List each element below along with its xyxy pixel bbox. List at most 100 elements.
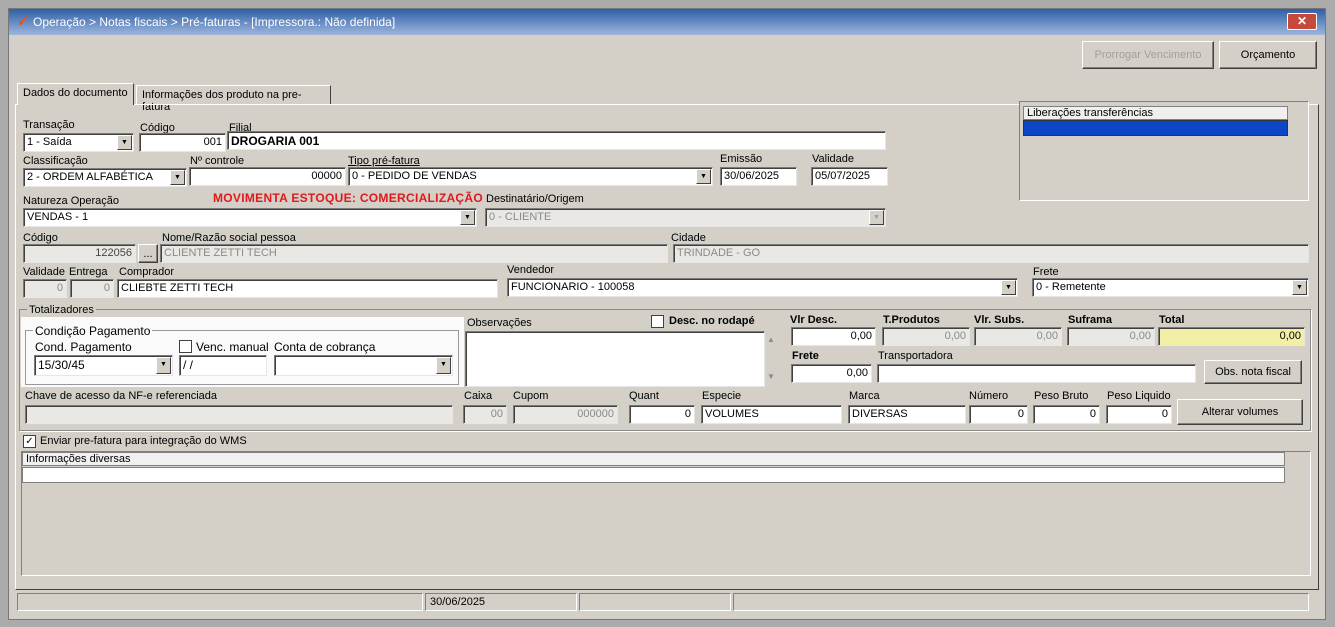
ncontrole-field[interactable]: 00000 — [189, 167, 346, 186]
total-field: 0,00 — [1158, 327, 1305, 346]
nome-label: Nome/Razão social pessoa — [162, 232, 296, 244]
numero-field[interactable]: 0 — [969, 405, 1028, 424]
status-segment-1 — [17, 593, 423, 611]
caixa-label: Caixa — [464, 390, 493, 402]
alterar-volumes-button[interactable]: Alterar volumes — [1177, 399, 1303, 425]
vendedor-select[interactable]: FUNCIONARIO - 100058 ▼ — [507, 278, 1018, 297]
movimenta-estoque-label: MOVIMENTA ESTOQUE: COMERCIALIZAÇÃO — [213, 191, 483, 205]
chevron-down-icon[interactable]: ▼ — [170, 170, 185, 185]
venc-manual-checkbox[interactable] — [179, 340, 192, 353]
ncontrole-label: Nº controle — [190, 155, 245, 167]
conta-cobranca-label: Conta de cobrança — [274, 340, 376, 354]
cupom-label: Cupom — [513, 390, 549, 402]
venc-manual-date-field[interactable]: / / — [179, 355, 267, 376]
classificacao-label: Classificação — [23, 155, 88, 167]
enviar-wms-checkbox[interactable]: ✓ — [23, 435, 36, 448]
suframa-field[interactable]: 0,00 — [1067, 327, 1155, 346]
status-segment-3 — [579, 593, 731, 611]
validade-field[interactable]: 05/07/2025 — [811, 167, 888, 186]
t-produtos-field[interactable]: 0,00 — [882, 327, 970, 346]
comprador-field[interactable]: CLIEBTE ZETTI TECH — [117, 279, 498, 298]
peso-bruto-label: Peso Bruto — [1034, 390, 1089, 402]
cond-pagamento-select[interactable]: 15/30/45 ▼ — [34, 355, 173, 376]
status-segment-4 — [733, 593, 1309, 611]
informacoes-diversas-row[interactable] — [22, 467, 1285, 483]
frete-select[interactable]: 0 - Remetente ▼ — [1032, 278, 1309, 297]
scroll-down-icon[interactable]: ▼ — [767, 372, 779, 381]
obs-nota-fiscal-button[interactable]: Obs. nota fiscal — [1204, 360, 1302, 384]
chevron-down-icon[interactable]: ▼ — [869, 210, 884, 225]
destinatario-select[interactable]: 0 - CLIENTE ▼ — [485, 208, 886, 227]
chevron-down-icon[interactable]: ▼ — [117, 135, 132, 150]
chave-acesso-field[interactable] — [25, 405, 453, 424]
entrega-field[interactable]: 0 — [70, 279, 114, 298]
chevron-down-icon[interactable]: ▼ — [156, 357, 171, 374]
orcamento-button[interactable]: Orçamento — [1219, 41, 1317, 69]
nome-field[interactable]: CLIENTE ZETTI TECH — [160, 244, 668, 263]
chevron-down-icon[interactable]: ▼ — [436, 357, 451, 374]
codigo-pessoa-label: Código — [23, 232, 58, 244]
quant-field[interactable]: 0 — [629, 405, 695, 424]
tipo-select[interactable]: 0 - PEDIDO DE VENDAS ▼ — [348, 167, 713, 186]
enviar-wms-label: Enviar pre-fatura para integração do WMS — [40, 435, 247, 447]
desc-rodape-checkbox[interactable] — [651, 315, 664, 328]
app-logo-icon: ✓ — [17, 13, 30, 30]
venc-manual-label: Venc. manual — [196, 340, 269, 354]
liberacoes-selected-row[interactable] — [1023, 120, 1288, 136]
especie-field[interactable]: VOLUMES — [701, 405, 842, 424]
window-title: Operação > Notas fiscais > Pré-faturas -… — [33, 15, 396, 29]
transportadora-label: Transportadora — [878, 350, 953, 362]
cidade-label: Cidade — [671, 232, 706, 244]
status-date: 30/06/2025 — [425, 593, 577, 611]
natureza-select[interactable]: VENDAS - 1 ▼ — [23, 208, 477, 227]
classificacao-select[interactable]: 2 - ORDEM ALFABÉTICA ▼ — [23, 168, 187, 187]
chevron-down-icon[interactable]: ▼ — [1292, 280, 1307, 295]
chevron-down-icon[interactable]: ▼ — [460, 210, 475, 225]
informacoes-diversas-panel: Informações diversas — [21, 451, 1311, 576]
filial-field[interactable]: DROGARIA 001 — [227, 131, 886, 150]
observacoes-label: Observações — [467, 317, 532, 329]
frete-value: 0 - Remetente — [1036, 281, 1106, 293]
title-bar[interactable]: Operação > Notas fiscais > Pré-faturas -… — [9, 9, 1325, 35]
search-pessoa-button[interactable]: ... — [138, 244, 158, 263]
codigo-pessoa-field[interactable]: 122056 — [23, 244, 136, 263]
vlr-subs-label: Vlr. Subs. — [974, 314, 1025, 326]
observacoes-textarea[interactable] — [465, 331, 765, 387]
peso-liquido-label: Peso Liquido — [1107, 390, 1171, 402]
emissao-field[interactable]: 30/06/2025 — [720, 167, 797, 186]
peso-liquido-field[interactable]: 0 — [1106, 405, 1172, 424]
marca-field[interactable]: DIVERSAS — [848, 405, 966, 424]
classificacao-value: 2 - ORDEM ALFABÉTICA — [27, 171, 153, 183]
validade-dias-field[interactable]: 0 — [23, 279, 67, 298]
prorrogar-vencimento-button[interactable]: Prorrogar Vencimento — [1082, 41, 1214, 69]
close-button[interactable]: ✕ — [1287, 13, 1317, 30]
vlr-subs-field[interactable]: 0,00 — [974, 327, 1062, 346]
totalizadores-label: Totalizadores — [27, 304, 96, 316]
marca-label: Marca — [849, 390, 880, 402]
frete-valor-label: Frete — [792, 350, 819, 362]
informacoes-diversas-header: Informações diversas — [22, 452, 1285, 466]
validade-dias-label: Validade — [23, 266, 65, 278]
natureza-value: VENDAS - 1 — [27, 211, 89, 223]
vendedor-value: FUNCIONARIO - 100058 — [511, 281, 635, 293]
transacao-select[interactable]: 1 - Saída ▼ — [23, 133, 134, 152]
transportadora-field[interactable] — [877, 364, 1196, 383]
numero-label: Número — [969, 390, 1009, 402]
transacao-label: Transação — [23, 119, 75, 131]
conta-cobranca-select[interactable]: ▼ — [274, 355, 453, 376]
quant-label: Quant — [629, 390, 659, 402]
tab-dados-documento[interactable]: Dados do documento — [17, 83, 134, 105]
chevron-down-icon[interactable]: ▼ — [1001, 280, 1016, 295]
caixa-field[interactable]: 00 — [463, 405, 507, 424]
chevron-down-icon[interactable]: ▼ — [696, 169, 711, 184]
codigo-field[interactable]: 001 — [139, 133, 226, 152]
vlr-desc-field[interactable]: 0,00 — [791, 327, 876, 346]
cupom-field[interactable]: 000000 — [513, 405, 618, 424]
frete-valor-field[interactable]: 0,00 — [791, 364, 872, 383]
scroll-up-icon[interactable]: ▲ — [767, 335, 779, 344]
peso-bruto-field[interactable]: 0 — [1033, 405, 1100, 424]
t-produtos-label: T.Produtos — [883, 314, 940, 326]
condicao-pagamento-label: Condição Pagamento — [33, 324, 153, 338]
tab-informacoes-produto[interactable]: Informações dos produto na pre-fatura — [136, 85, 331, 113]
cidade-field[interactable]: TRINDADE - GO — [673, 244, 1309, 263]
